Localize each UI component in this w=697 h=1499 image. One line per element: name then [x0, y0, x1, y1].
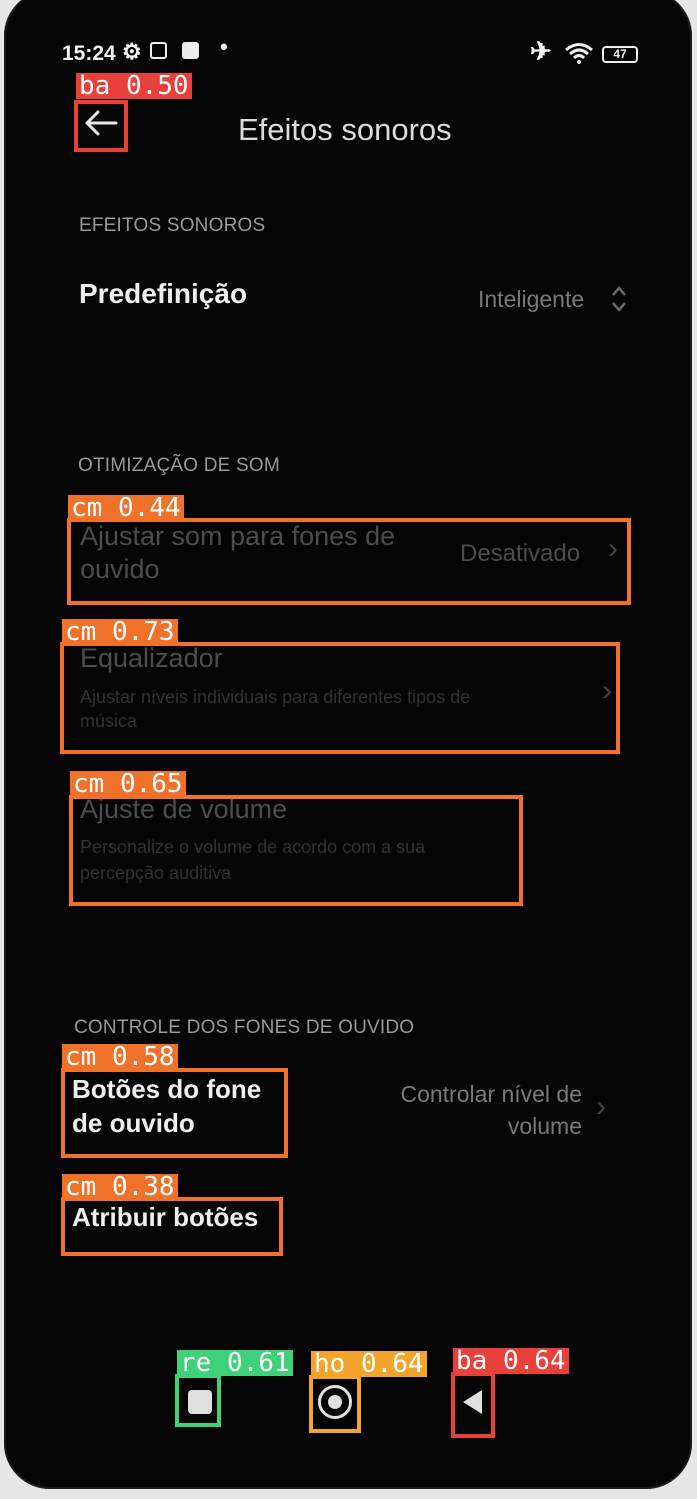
detection-box-equalizer [60, 642, 620, 754]
detection-box-assign [61, 1197, 283, 1256]
news-icon [182, 42, 199, 59]
wifi-icon [565, 43, 593, 64]
chevron-right-icon: › [596, 1090, 606, 1123]
headphone-buttons-value: Controlar nível de volume [400, 1081, 582, 1139]
detection-box-recents [175, 1374, 221, 1427]
detection-label-volume: cm 0.65 [70, 771, 186, 797]
section-heading-effects: EFEITOS SONOROS [79, 215, 266, 236]
detection-label-assign: cm 0.38 [62, 1174, 178, 1200]
detection-box-headphones [67, 518, 631, 605]
detection-box-headphone-buttons [61, 1068, 288, 1158]
preset-value: Inteligente [478, 286, 585, 312]
detection-label-headphone-buttons: cm 0.58 [62, 1044, 178, 1070]
preset-label: Predefinição [79, 278, 248, 309]
detection-label-home: ho 0.64 [311, 1351, 427, 1377]
detection-label-headphones: cm 0.44 [68, 495, 184, 521]
detection-box-back-nav [451, 1372, 495, 1438]
airplane-icon: ✈ [530, 36, 552, 66]
settings-icon: ⚙ [122, 39, 142, 64]
section-heading-headphone-control: CONTROLE DOS FONES DE OUVIDO [74, 1017, 415, 1038]
detection-box-volume [69, 795, 523, 906]
status-dot: • [220, 34, 228, 59]
status-time: 15:24 [62, 42, 116, 65]
preset-row[interactable]: Predefinição Inteligente [64, 272, 644, 332]
page-title: Efeitos sonoros [238, 112, 452, 147]
detection-label-equalizer: cm 0.73 [62, 619, 178, 645]
detection-box-back [74, 100, 128, 152]
battery-icon: 47 [602, 46, 638, 63]
app-icon [150, 42, 167, 59]
detection-label-recents: re 0.61 [177, 1350, 293, 1376]
updown-chevron-icon [612, 286, 626, 312]
section-heading-optimization: OTIMIZAÇÃO DE SOM [78, 455, 280, 476]
detection-label-back-nav: ba 0.64 [453, 1348, 569, 1374]
detection-label-back: ba 0.50 [76, 73, 192, 99]
detection-box-home [309, 1375, 361, 1433]
